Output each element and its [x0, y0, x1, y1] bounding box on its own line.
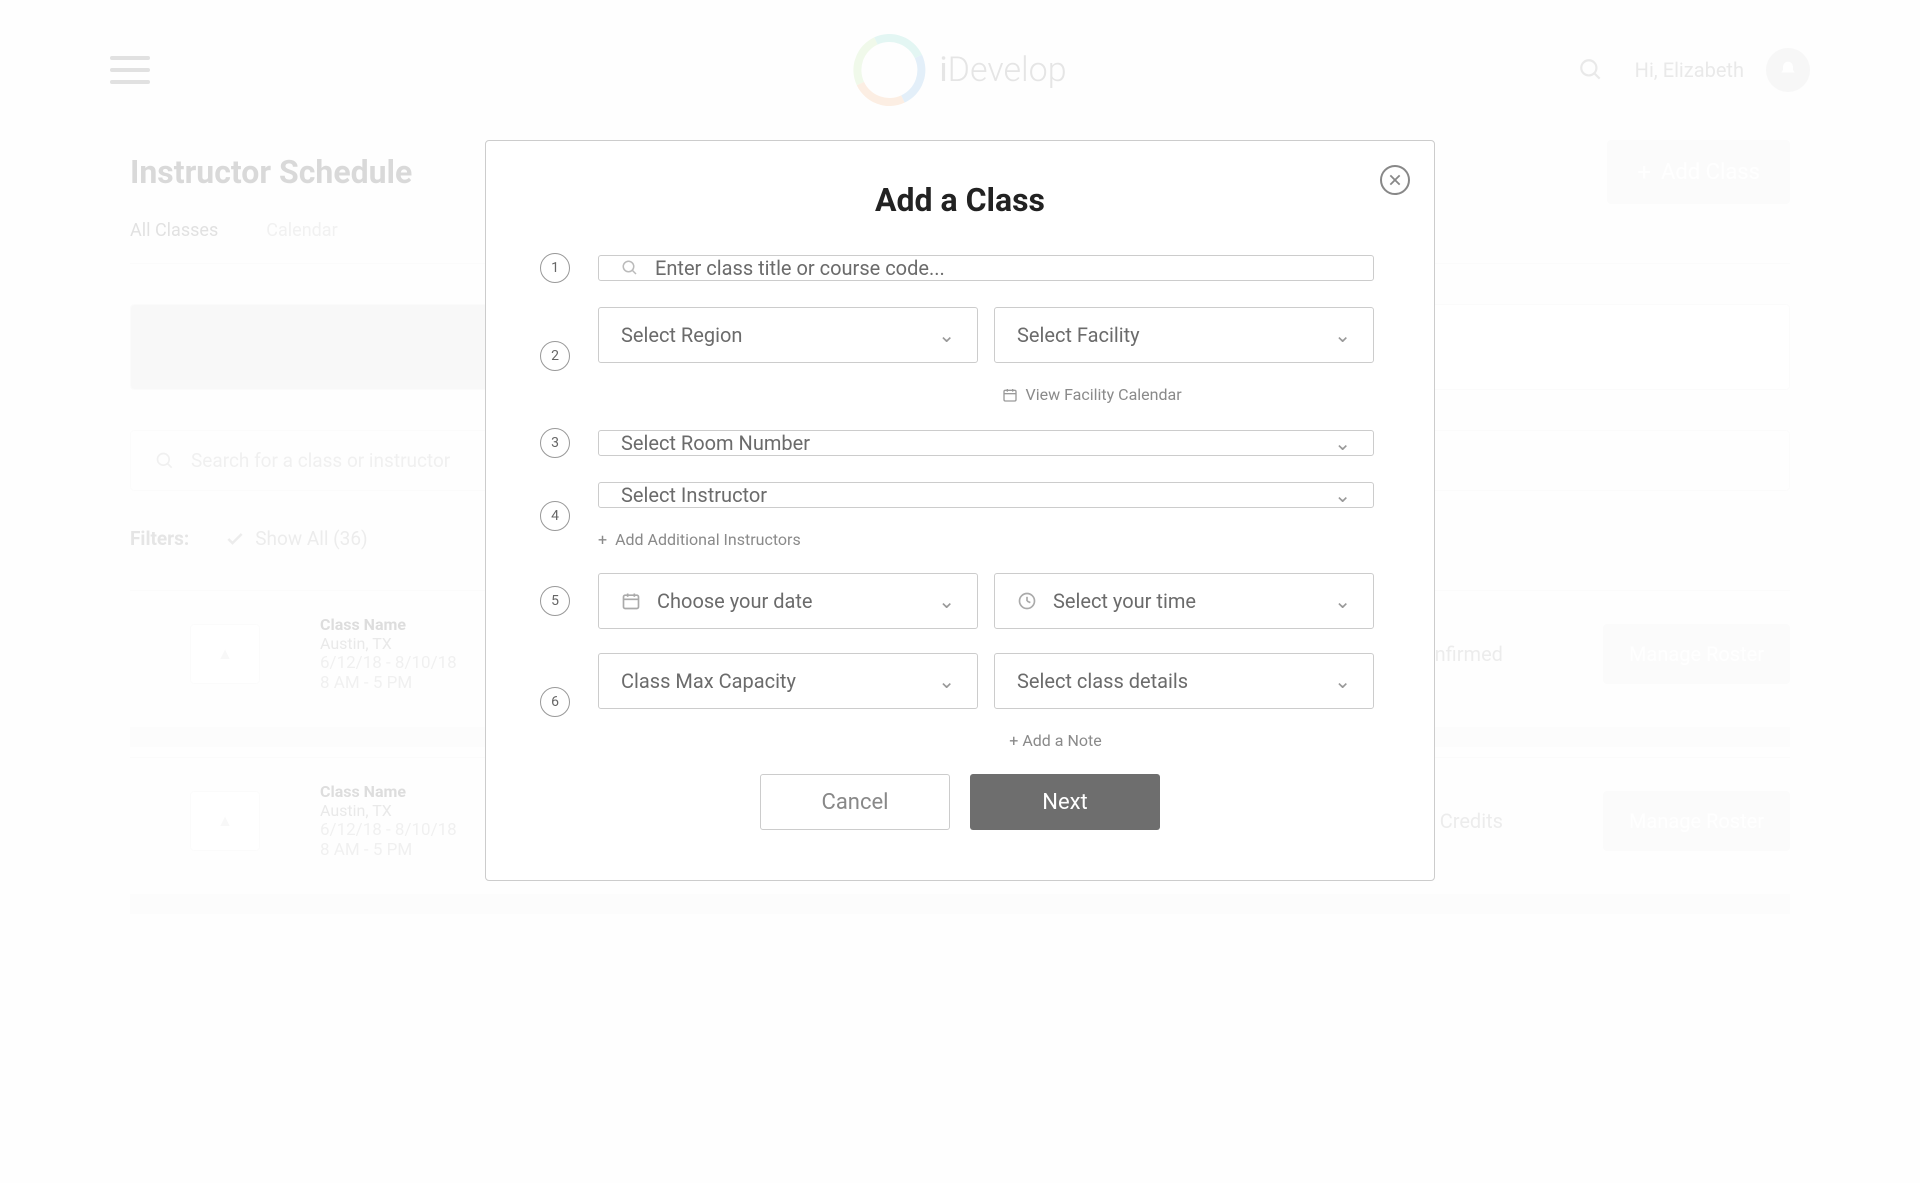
- step-number: 4: [540, 501, 570, 531]
- next-button[interactable]: Next: [970, 774, 1160, 830]
- cancel-button[interactable]: Cancel: [760, 774, 950, 830]
- room-select[interactable]: Select Room Number ⌄: [598, 430, 1374, 456]
- step-number: 6: [540, 687, 570, 717]
- chevron-down-icon: ⌄: [1334, 483, 1351, 507]
- chevron-down-icon: ⌄: [1334, 323, 1351, 347]
- chevron-down-icon: ⌄: [1334, 669, 1351, 693]
- search-icon: [621, 259, 639, 277]
- chevron-down-icon: ⌄: [938, 589, 955, 613]
- view-facility-calendar-link[interactable]: View Facility Calendar: [1026, 385, 1182, 404]
- step-number: 2: [540, 341, 570, 371]
- step-number: 1: [540, 253, 570, 283]
- step-number: 5: [540, 586, 570, 616]
- facility-select[interactable]: Select Facility ⌄: [994, 307, 1374, 363]
- chevron-down-icon: ⌄: [1334, 589, 1351, 613]
- calendar-icon: [621, 591, 641, 611]
- plus-icon: +: [598, 530, 607, 549]
- class-title-placeholder: Enter class title or course code...: [655, 256, 945, 280]
- add-additional-instructors-link[interactable]: Add Additional Instructors: [615, 530, 801, 549]
- region-select[interactable]: Select Region ⌄: [598, 307, 978, 363]
- clock-icon: [1017, 591, 1037, 611]
- close-button[interactable]: [1380, 165, 1410, 195]
- capacity-select[interactable]: Class Max Capacity ⌄: [598, 653, 978, 709]
- close-icon: [1388, 173, 1402, 187]
- modal-overlay: Add a Class 1 Enter class title or cours…: [0, 0, 1920, 1183]
- modal-title: Add a Class: [546, 181, 1374, 219]
- add-note-link[interactable]: + Add a Note: [1009, 731, 1101, 750]
- add-class-modal: Add a Class 1 Enter class title or cours…: [485, 140, 1435, 881]
- time-select[interactable]: Select your time ⌄: [994, 573, 1374, 629]
- step-number: 3: [540, 428, 570, 458]
- calendar-icon: [1002, 387, 1018, 403]
- chevron-down-icon: ⌄: [938, 323, 955, 347]
- class-title-input[interactable]: Enter class title or course code...: [598, 255, 1374, 281]
- instructor-select[interactable]: Select Instructor ⌄: [598, 482, 1374, 508]
- chevron-down-icon: ⌄: [938, 669, 955, 693]
- class-details-select[interactable]: Select class details ⌄: [994, 653, 1374, 709]
- chevron-down-icon: ⌄: [1334, 431, 1351, 455]
- date-select[interactable]: Choose your date ⌄: [598, 573, 978, 629]
